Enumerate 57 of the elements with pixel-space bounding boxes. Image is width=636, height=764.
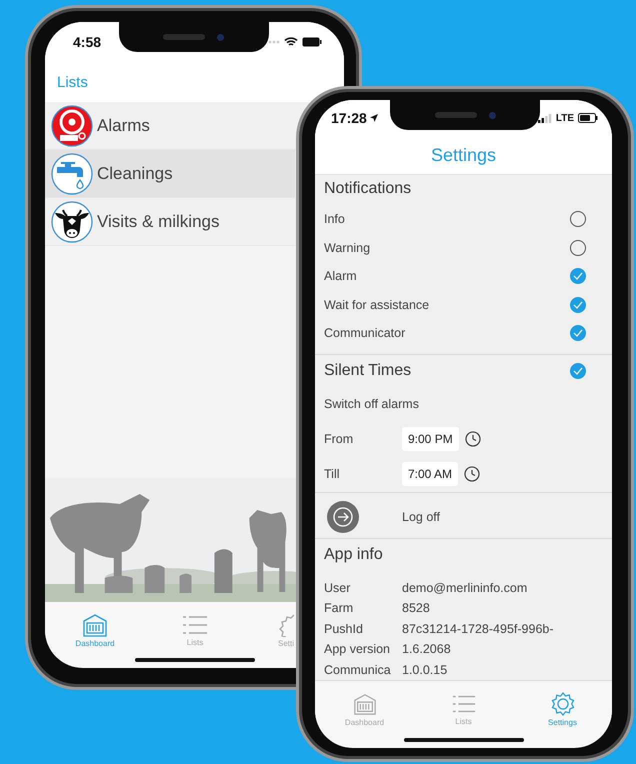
section-heading: App info <box>323 545 384 565</box>
checkmark-icon <box>573 366 583 374</box>
option-label: Communicator <box>324 326 406 340</box>
status-time: 4:58 <box>73 34 102 50</box>
bell-icon <box>51 104 93 146</box>
time-label: Till <box>324 467 341 481</box>
info-label: App version <box>324 642 392 656</box>
checkmark-icon <box>573 329 583 338</box>
logout-icon[interactable] <box>327 500 359 532</box>
info-label: Communica <box>324 662 392 677</box>
log-off-link[interactable]: Log off <box>402 510 440 524</box>
location-arrow-icon <box>370 114 378 122</box>
list-item[interactable]: Visits & milkings <box>45 198 295 246</box>
network-type: LTE <box>556 112 574 124</box>
checkbox[interactable] <box>570 325 586 342</box>
time-field[interactable]: 9:00 PM <box>402 427 459 451</box>
list-item[interactable]: Cleanings <box>45 150 295 198</box>
option-label: Info <box>324 212 345 226</box>
section-heading: Notifications <box>323 179 412 199</box>
info-value: 1.6.2068 <box>402 642 451 656</box>
option-label: Alarm <box>324 269 357 284</box>
list-icon <box>182 614 208 636</box>
checkbox[interactable] <box>570 240 586 256</box>
info-label: User <box>324 580 352 595</box>
list-item[interactable]: Alarms <box>45 102 295 150</box>
wifi-icon <box>284 37 298 47</box>
barn-icon <box>352 692 376 716</box>
checkmark-icon <box>573 272 583 280</box>
info-label: PushId <box>324 622 364 636</box>
subtitle: Switch off alarms <box>323 396 420 413</box>
screen-title: Settings <box>430 144 496 166</box>
info-value: 8528 <box>402 601 430 616</box>
battery-icon <box>302 37 322 47</box>
battery-icon <box>578 113 598 123</box>
checkbox[interactable] <box>570 268 586 284</box>
checkmark-icon <box>573 300 583 309</box>
faucet-icon <box>51 152 93 194</box>
section-heading: Silent Times <box>324 362 412 380</box>
signal-icon <box>538 114 552 122</box>
barn-icon <box>82 612 108 636</box>
cow-icon <box>51 200 93 242</box>
screen-title: Lists <box>57 74 88 90</box>
option-label: Warning <box>324 240 370 255</box>
clock-icon[interactable] <box>464 466 480 482</box>
info-value: 87c31214-1728-495f-996b- <box>402 622 554 636</box>
time-field[interactable]: 7:00 AM <box>402 462 458 486</box>
info-value: demo@merlininfo.com <box>402 580 528 595</box>
option-label: Wait for assistance <box>324 298 430 312</box>
info-label: Farm <box>324 601 354 616</box>
checkbox[interactable] <box>570 296 586 313</box>
time-label: From <box>324 432 354 446</box>
clock-icon[interactable] <box>464 431 481 447</box>
status-time: 17:28 <box>331 110 367 126</box>
checkbox[interactable] <box>570 362 586 378</box>
info-value: 1.0.0.15 <box>402 662 448 677</box>
checkbox[interactable] <box>570 211 586 228</box>
list-icon <box>452 693 476 715</box>
